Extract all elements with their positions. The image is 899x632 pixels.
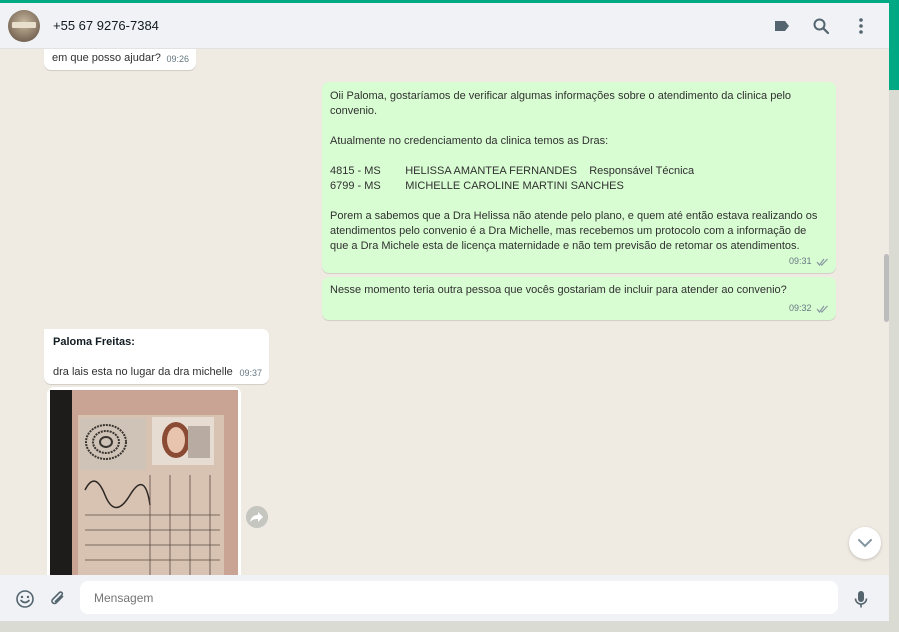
double-check-icon xyxy=(816,258,828,266)
image-message[interactable] xyxy=(47,387,241,575)
message-text: em que posso ajudar? xyxy=(52,52,161,64)
message-time: 09:37 xyxy=(239,368,262,378)
message-incoming[interactable]: Paloma Freitas: dra lais esta no lugar d… xyxy=(44,329,269,384)
message-composer xyxy=(0,575,889,621)
contact-avatar[interactable] xyxy=(8,10,40,42)
forward-icon[interactable] xyxy=(246,506,268,528)
label-icon[interactable] xyxy=(772,16,792,36)
menu-icon[interactable] xyxy=(851,16,871,36)
message-text: Nesse momento teria outra pessoa que voc… xyxy=(330,284,787,296)
chat-header: +55 67 9276-7384 xyxy=(0,3,889,49)
message-text: dra lais esta no lugar da dra michelle xyxy=(53,366,233,378)
attach-icon[interactable] xyxy=(48,589,68,609)
document-photo xyxy=(50,390,238,575)
message-outgoing[interactable]: Oii Paloma, gostaríamos de verificar alg… xyxy=(322,82,836,273)
double-check-icon xyxy=(816,305,828,313)
contact-name[interactable]: +55 67 9276-7384 xyxy=(53,18,159,33)
scroll-down-button[interactable] xyxy=(849,527,881,559)
chat-scrollbar[interactable] xyxy=(884,254,889,322)
microphone-icon[interactable] xyxy=(851,589,871,609)
side-accent-bar xyxy=(889,0,899,90)
message-input[interactable] xyxy=(80,581,838,614)
message-time-wrap: 09:31 xyxy=(789,254,829,269)
emoji-icon[interactable] xyxy=(15,589,35,609)
message-sender: Paloma Freitas: xyxy=(53,336,135,348)
message-time: 09:31 xyxy=(788,256,812,266)
message-text: Oii Paloma, gostaríamos de verificar alg… xyxy=(330,90,818,252)
chat-window: +55 67 9276-7384 em que posso ajudar? 09… xyxy=(0,3,889,621)
message-outgoing[interactable]: Nesse momento teria outra pessoa que voc… xyxy=(322,277,836,320)
message-incoming[interactable]: em que posso ajudar? 09:26 xyxy=(44,49,196,70)
message-time-wrap: 09:32 xyxy=(789,301,829,316)
message-time: 09:32 xyxy=(788,303,812,313)
search-icon[interactable] xyxy=(811,16,831,36)
message-list: em que posso ajudar? 09:26 Oii Paloma, g… xyxy=(0,49,889,575)
message-time: 09:26 xyxy=(166,54,189,64)
